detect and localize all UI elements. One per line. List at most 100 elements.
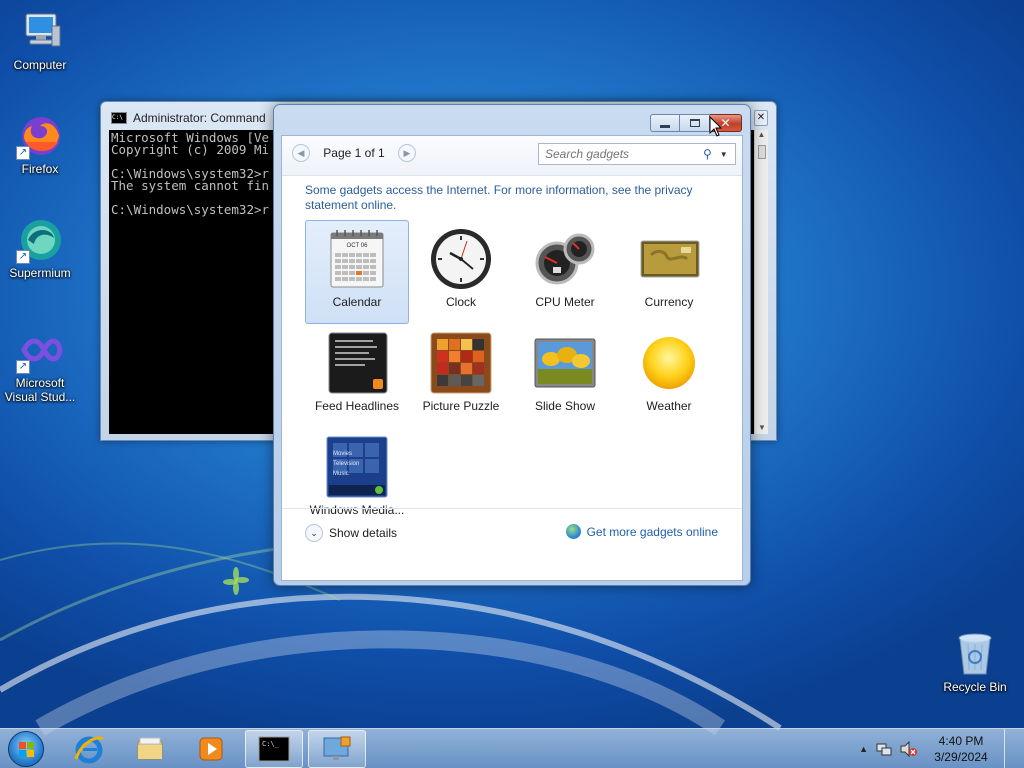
gadget-currency[interactable]: Currency	[617, 220, 721, 324]
show-details-label: Show details	[329, 526, 398, 540]
desktop-icon-computer[interactable]: Computer	[0, 8, 80, 72]
chevron-down-icon: ⌄	[305, 524, 323, 542]
show-details-button[interactable]: ⌄ Show details	[305, 524, 397, 542]
globe-icon	[565, 524, 581, 539]
scroll-down-icon[interactable]: ▼	[755, 423, 769, 432]
gadget-weather[interactable]: Weather	[617, 324, 721, 428]
taskbar-clock[interactable]: 4:40 PM 3/29/2024	[926, 733, 996, 765]
gadget-calendar[interactable]: OCT 06 Calendar	[305, 220, 409, 324]
gadget-label: CPU Meter	[535, 295, 595, 309]
shortcut-arrow-icon: ↗	[16, 250, 30, 264]
firefox-icon: ↗	[16, 112, 64, 160]
windows-logo-icon	[19, 742, 34, 757]
network-icon[interactable]	[876, 741, 892, 757]
taskbar-internet-explorer[interactable]	[60, 730, 118, 768]
desktop-icon-label: Computer	[13, 58, 67, 72]
gadget-label: Currency	[644, 295, 694, 309]
command-prompt-icon: C:\_	[258, 736, 290, 762]
internet-notice-link[interactable]: Some gadgets access the Internet. For mo…	[305, 183, 705, 213]
calendar-icon: OCT 06	[325, 227, 389, 291]
taskbar-command-prompt[interactable]: C:\_	[245, 730, 303, 768]
supermium-icon: ↗	[16, 216, 64, 264]
taskbar-gadget-gallery[interactable]	[308, 730, 366, 768]
slide-show-icon	[533, 331, 597, 395]
weather-sun-icon	[637, 331, 701, 395]
desktop-icon-label: Firefox	[21, 162, 59, 176]
gadget-feed-headlines[interactable]: Feed Headlines	[305, 324, 409, 428]
desktop-icon-label: Recycle Bin	[943, 680, 1007, 694]
cmd-close-button[interactable]: ✕	[754, 110, 768, 126]
gadget-gallery-window[interactable]: ✕ ◀ Page 1 of 1 ▶ ⚲ ▼ Some gadgets acces…	[273, 104, 751, 586]
gadget-cpu-meter[interactable]: CPU Meter	[513, 220, 617, 324]
show-desktop-button[interactable]	[1004, 729, 1018, 768]
clock-date: 3/29/2024	[934, 750, 988, 764]
previous-page-button[interactable]: ◀	[292, 144, 310, 162]
gadget-label: Weather	[646, 399, 692, 413]
gadget-clock[interactable]: Clock	[409, 220, 513, 324]
system-tray: ▲ 4:40 PM 3/29/2024	[859, 729, 1018, 768]
gadget-picture-puzzle[interactable]: Picture Puzzle	[409, 324, 513, 428]
show-hidden-icons-button[interactable]: ▲	[859, 744, 868, 754]
taskbar-media-player[interactable]	[182, 730, 240, 768]
get-more-gadgets-link[interactable]: Get more gadgets online	[565, 524, 718, 539]
calendar-month: OCT 06	[347, 243, 369, 249]
media-player-icon	[199, 737, 223, 761]
clock-time: 4:40 PM	[938, 734, 984, 748]
media-line: Movies	[333, 451, 352, 457]
shortcut-arrow-icon: ↗	[16, 146, 30, 160]
cpu-meter-icon	[533, 227, 597, 291]
cmd-scrollbar[interactable]: ▲ ▼	[754, 130, 768, 434]
taskbar: C:\_ ▲ 4:40 PM 3/29/2024	[0, 728, 1024, 768]
desktop-icon-label: Supermium	[9, 266, 71, 280]
chevron-left-icon: ◀	[297, 147, 305, 158]
gadget-slide-show[interactable]: Slide Show	[513, 324, 617, 428]
desktop-icon-recycle-bin[interactable]: Recycle Bin	[935, 630, 1015, 694]
clock-icon	[429, 227, 493, 291]
pager: ◀ Page 1 of 1 ▶	[292, 144, 416, 162]
scroll-thumb[interactable]	[757, 145, 766, 159]
volume-muted-icon[interactable]	[900, 741, 918, 757]
folder-icon	[137, 737, 163, 760]
internet-explorer-icon	[74, 736, 104, 764]
chevron-down-icon[interactable]: ▼	[720, 150, 728, 159]
minimize-button[interactable]	[650, 114, 680, 132]
picture-puzzle-icon	[429, 331, 493, 395]
shortcut-arrow-icon: ↗	[16, 360, 30, 374]
taskbar-file-explorer[interactable]	[121, 730, 179, 768]
search-icon[interactable]: ⚲	[703, 147, 712, 161]
media-line: Television	[333, 461, 359, 467]
gallery-toolbar: ◀ Page 1 of 1 ▶ ⚲ ▼	[282, 136, 742, 176]
desktop-icon-firefox[interactable]: ↗ Firefox	[0, 112, 80, 176]
close-icon: ✕	[756, 112, 766, 123]
visual-studio-icon: ↗	[16, 326, 64, 374]
gadget-label: Feed Headlines	[314, 399, 400, 413]
gadget-label: Clock	[445, 295, 476, 309]
feed-headlines-icon	[325, 331, 389, 395]
start-button[interactable]	[8, 731, 44, 767]
gadget-label: Calendar	[332, 295, 382, 309]
desktop-icon-visual-studio[interactable]: ↗ Microsoft Visual Stud...	[0, 326, 80, 404]
cmd-title-text: Administrator: Command	[133, 111, 266, 125]
minimize-icon	[660, 124, 670, 128]
search-input[interactable]	[545, 147, 695, 161]
recycle-bin-icon	[951, 630, 999, 678]
cmd-titlebar[interactable]: C:\ Administrator: Command	[111, 111, 266, 125]
page-label: Page 1 of 1	[323, 146, 385, 160]
get-more-gadgets-label: Get more gadgets online	[586, 524, 718, 539]
gallery-content: ◀ Page 1 of 1 ▶ ⚲ ▼ Some gadgets access …	[281, 135, 743, 581]
windows-media-center-icon: Movies Television Music	[325, 435, 389, 499]
desktop-icon-label: Microsoft Visual Stud...	[4, 376, 76, 404]
gadgets-icon	[323, 736, 351, 760]
maximize-button[interactable]	[680, 114, 710, 132]
scroll-up-icon[interactable]: ▲	[755, 130, 768, 139]
currency-icon	[637, 227, 701, 291]
gallery-footer: ⌄ Show details Get more gadgets online	[282, 508, 742, 552]
chevron-right-icon: ▶	[403, 147, 411, 158]
mouse-cursor-icon	[709, 116, 723, 137]
next-page-button[interactable]: ▶	[398, 144, 416, 162]
desktop-icon-supermium[interactable]: ↗ Supermium	[0, 216, 80, 280]
media-line: Music	[333, 471, 349, 477]
search-box[interactable]: ⚲ ▼	[538, 143, 736, 165]
maximize-icon	[689, 119, 700, 127]
cmd-icon: C:\	[111, 112, 127, 124]
